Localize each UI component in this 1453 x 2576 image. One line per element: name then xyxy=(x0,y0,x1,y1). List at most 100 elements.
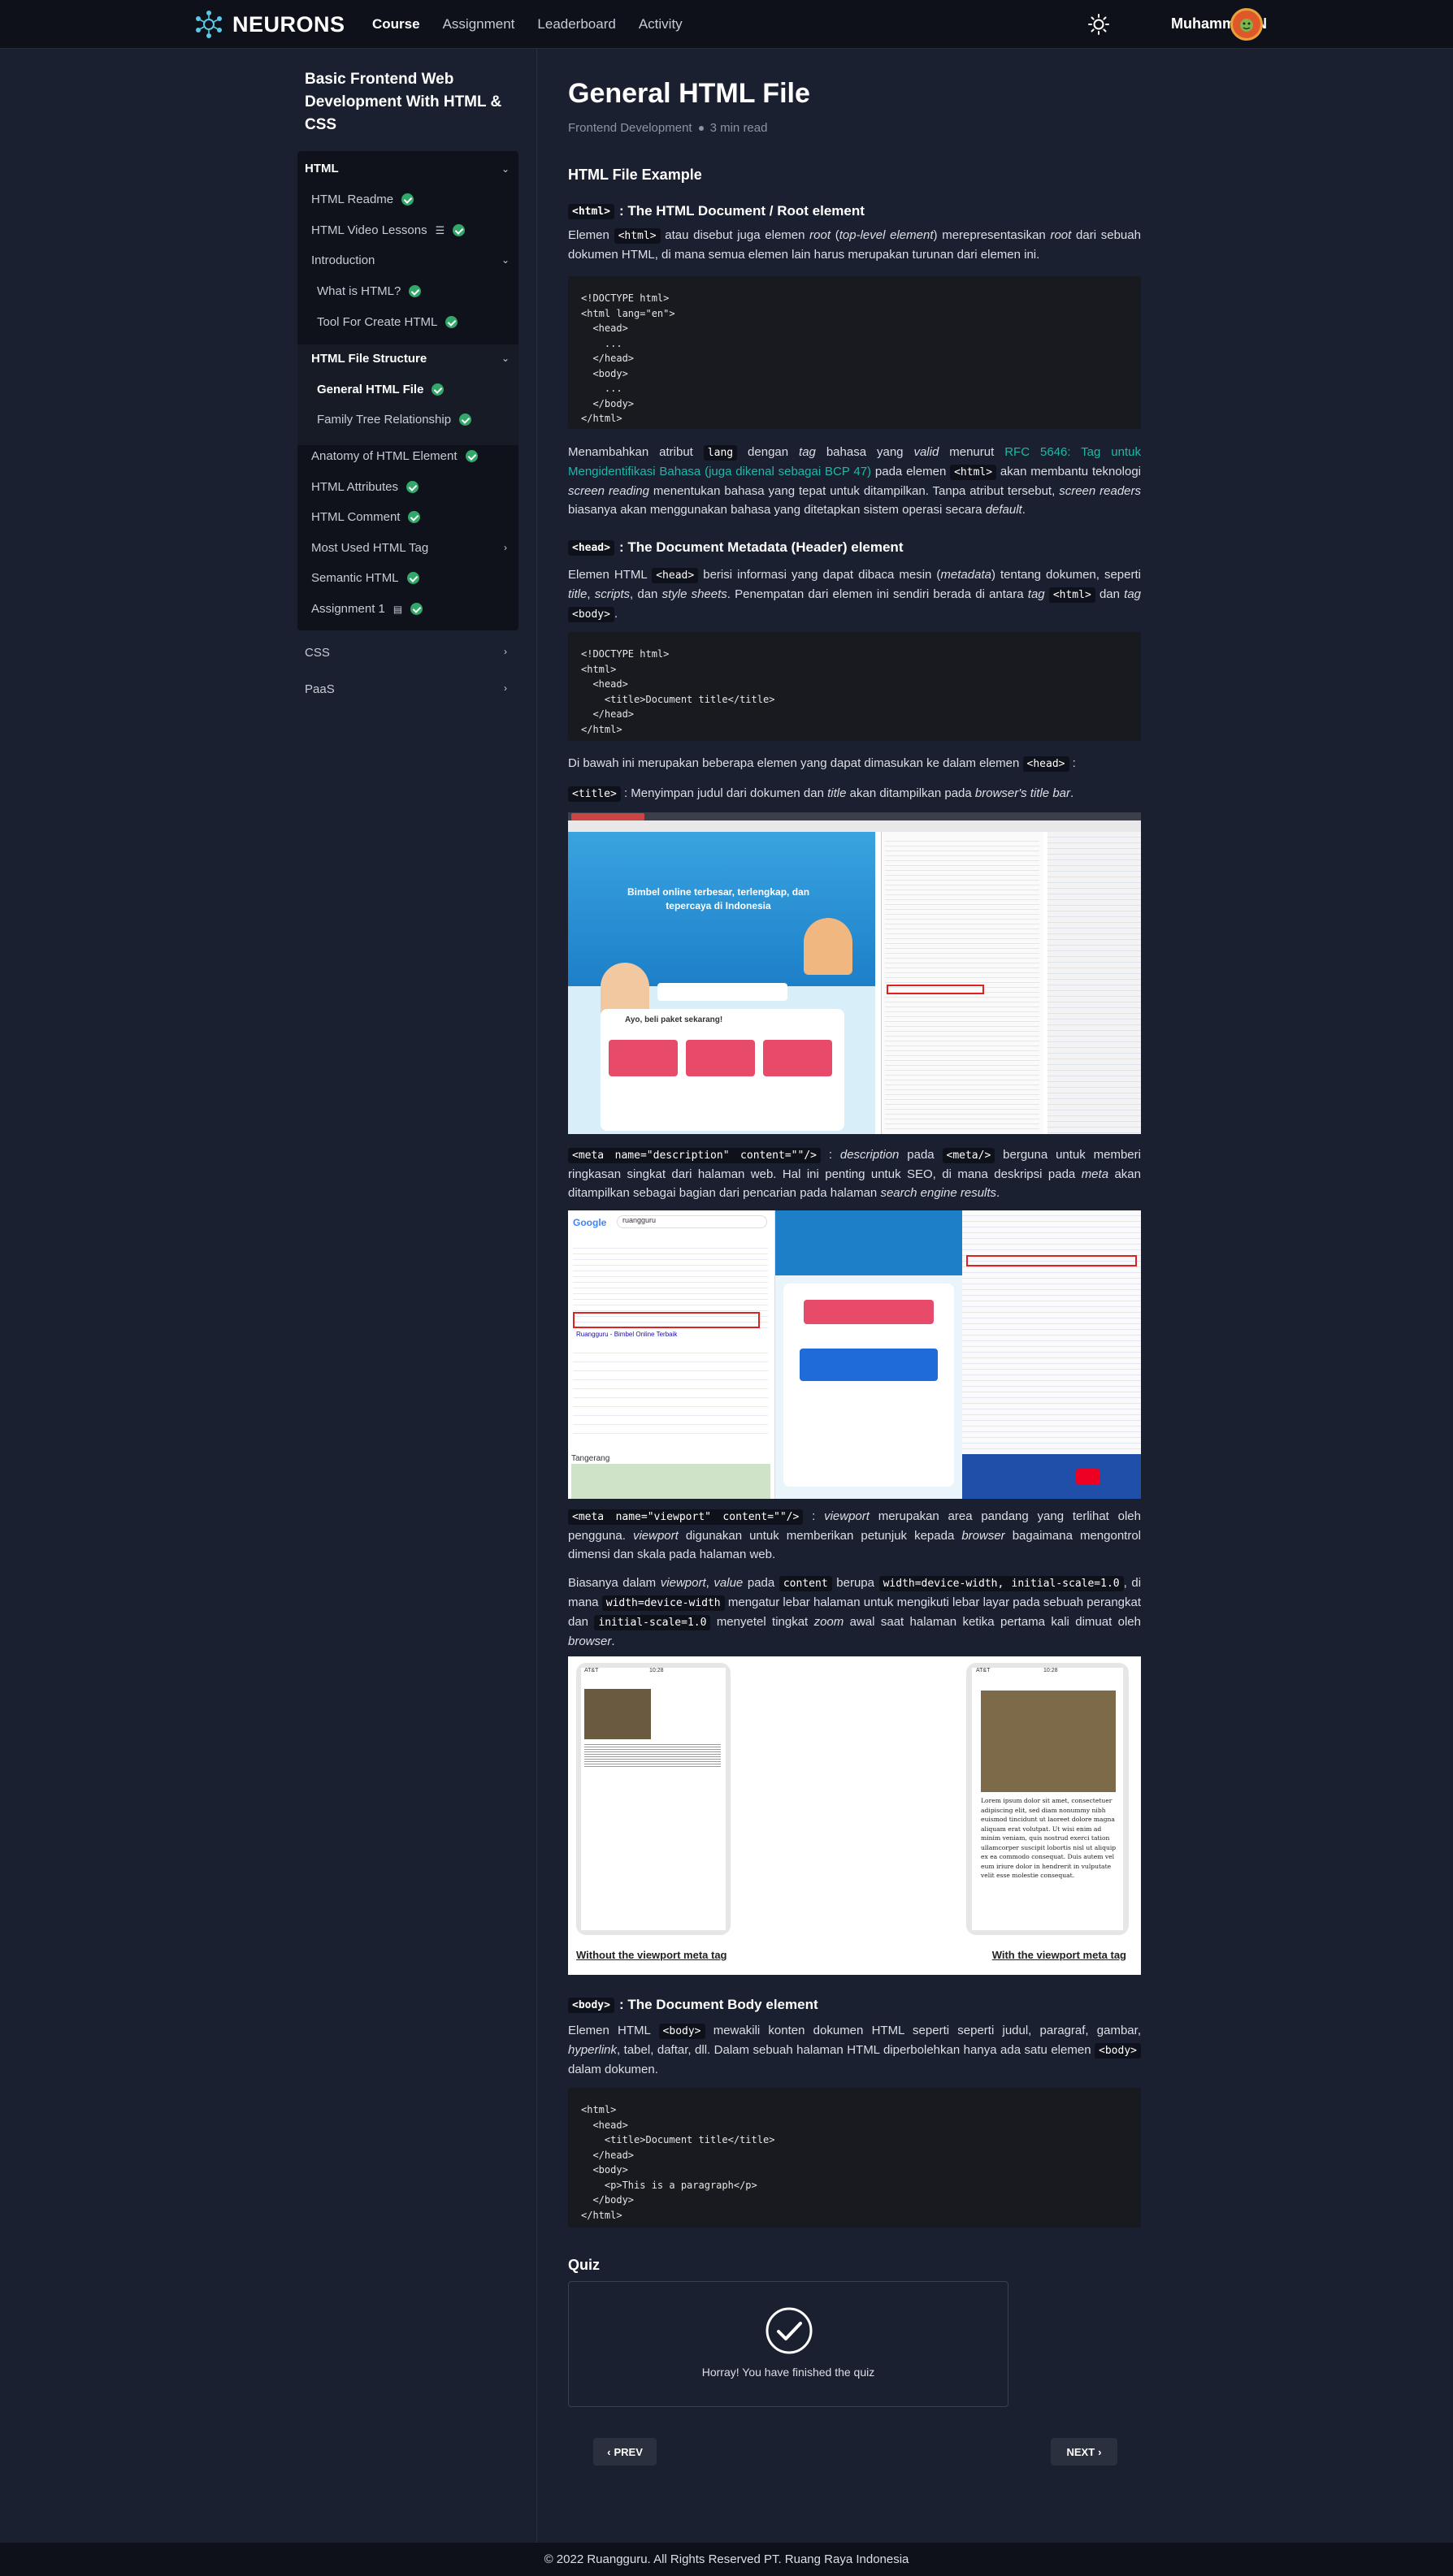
chevron-down-icon[interactable]: ⌄ xyxy=(501,353,510,364)
page-footer: © 2022 Ruangguru. All Rights Reserved PT… xyxy=(0,2543,1453,2576)
sidebar-item-label: HTML File Structure xyxy=(311,352,427,366)
paragraph-body-element: Elemen HTML <body> mewakili konten dokum… xyxy=(568,2024,1141,2076)
check-complete-icon xyxy=(445,316,458,328)
status-time-right: 10:28 xyxy=(1043,1668,1058,1673)
nav-leaderboard[interactable]: Leaderboard xyxy=(537,16,615,32)
check-complete-icon xyxy=(432,383,445,396)
sidebar-section-html[interactable]: HTML xyxy=(305,162,339,175)
check-complete-icon xyxy=(410,603,423,615)
paragraph-meta-viewport: <meta name="viewport" content=""/> : vie… xyxy=(568,1509,1142,1561)
theme-toggle-sun-icon[interactable] xyxy=(1087,13,1110,36)
title-bar-screenshot: Bimbel online terbesar, terlengkap, dan … xyxy=(568,812,1141,1134)
page-title: General HTML File xyxy=(568,78,810,109)
heading-text: : The HTML Document / Root element xyxy=(618,203,865,219)
nav-course[interactable]: Course xyxy=(372,16,420,32)
chevron-right-icon[interactable]: › xyxy=(504,682,507,694)
course-title: Basic Frontend Web Development With HTML… xyxy=(305,71,502,133)
chevron-left-icon: ‹ xyxy=(607,2445,611,2458)
sidebar-item-label: Most Used HTML Tag xyxy=(311,541,429,555)
check-complete-icon xyxy=(409,285,422,297)
check-complete-icon xyxy=(401,193,414,206)
section-heading-html: <html>: The HTML Document / Root element xyxy=(568,203,865,219)
status-time-left: 10:28 xyxy=(649,1668,664,1673)
chevron-down-icon[interactable]: ⌄ xyxy=(501,163,510,175)
heading-code: <html> xyxy=(568,203,614,219)
screenshot-google-label: Google xyxy=(573,1217,607,1228)
heading-code: <body> xyxy=(568,1997,614,2013)
sidebar-section-label: CSS xyxy=(305,646,330,660)
paragraph-html-element: Elemen <html> atau disebut juga elemen r… xyxy=(568,228,1141,262)
sidebar-section-label: HTML xyxy=(305,162,339,175)
sidebar-item-tool[interactable]: Tool For Create HTML xyxy=(317,315,458,329)
sidebar-item-label: HTML Comment xyxy=(311,510,401,524)
next-button[interactable]: NEXT › xyxy=(1051,2438,1117,2466)
brand-name: NEURONS xyxy=(232,11,345,37)
screenshot-cta: Ayo, beli paket sekarang! xyxy=(625,1015,723,1024)
prev-button[interactable]: ‹ PREV xyxy=(593,2438,657,2466)
article-read-time: 3 min read xyxy=(709,121,768,135)
caption-without-viewport: Without the viewport meta tag xyxy=(576,1949,727,1961)
screenshot-map-label: Tangerang xyxy=(571,1454,610,1463)
document-icon: ▤ xyxy=(393,603,403,615)
heading-text: : The Document Body element xyxy=(618,1997,818,2012)
chevron-right-icon[interactable]: › xyxy=(504,542,507,553)
sidebar-item-label: HTML Attributes xyxy=(311,480,398,494)
sidebar-item-label: Anatomy of HTML Element xyxy=(311,449,458,463)
sidebar-item-most-used[interactable]: Most Used HTML Tag xyxy=(311,541,428,555)
check-complete-icon xyxy=(406,572,419,584)
sidebar-item-semantic[interactable]: Semantic HTML xyxy=(311,571,419,585)
sidebar-item-introduction[interactable]: Introduction xyxy=(311,253,375,267)
status-carrier-left: AT&T xyxy=(584,1668,599,1673)
next-label: NEXT xyxy=(1066,2445,1095,2458)
main-nav: Course Assignment Leaderboard Activity xyxy=(372,0,683,49)
quiz-card: Horray! You have finished the quiz xyxy=(568,2281,1008,2407)
nav-activity[interactable]: Activity xyxy=(639,16,683,32)
top-navbar: NEURONS Course Assignment Leaderboard Ac… xyxy=(0,0,1453,49)
sidebar-item-label: What is HTML? xyxy=(317,284,401,298)
brand-logo[interactable]: NEURONS xyxy=(193,8,345,41)
article-category[interactable]: Frontend Development xyxy=(568,121,692,135)
chevron-down-icon[interactable]: ⌄ xyxy=(501,254,510,266)
article-meta: Frontend Development 3 min read xyxy=(568,121,767,135)
paragraph-viewport-value: Biasanya dalam viewport, value pada cont… xyxy=(568,1576,1142,1648)
check-complete-icon xyxy=(453,224,466,236)
check-complete-icon xyxy=(406,481,419,493)
sidebar-item-comment[interactable]: HTML Comment xyxy=(311,510,421,524)
code-block-head-example[interactable]: <!DOCTYPE html> <html> <head> <title>Doc… xyxy=(568,632,1141,741)
chevron-right-icon[interactable]: › xyxy=(504,646,507,657)
check-complete-icon xyxy=(465,450,478,462)
caption-with-viewport: With the viewport meta tag xyxy=(991,1949,1126,1961)
nav-assignment[interactable]: Assignment xyxy=(443,16,515,32)
code-block-html-example[interactable]: <!DOCTYPE html> <html lang="en"> <head> … xyxy=(568,276,1141,429)
screenshot-headline: Bimbel online terbesar, terlengkap, dan … xyxy=(627,886,810,911)
sidebar-item-assignment1[interactable]: Assignment 1 ▤ xyxy=(311,602,423,616)
sidebar-item-label: Assignment 1 xyxy=(311,602,385,616)
sidebar-item-family-tree[interactable]: Family Tree Relationship xyxy=(317,413,472,426)
check-complete-icon xyxy=(408,511,421,523)
sidebar-item-what-is-html[interactable]: What is HTML? xyxy=(317,284,422,298)
section-heading-example: HTML File Example xyxy=(568,167,702,183)
avatar-face-icon xyxy=(1240,19,1253,32)
sidebar-item-anatomy[interactable]: Anatomy of HTML Element xyxy=(311,449,478,463)
sidebar-item-file-structure[interactable]: HTML File Structure xyxy=(311,352,427,366)
screenshot-result-title: Ruangguru - Bimbel Online Terbaik xyxy=(576,1331,678,1338)
sidebar-item-html-readme[interactable]: HTML Readme xyxy=(311,193,414,206)
quiz-complete-check-icon xyxy=(766,2307,813,2354)
heading-text: : The Document Metadata (Header) element xyxy=(618,539,904,555)
viewport-lorem-text: Lorem ipsum dolor sit amet, consectetuer… xyxy=(981,1797,1117,1879)
user-avatar[interactable] xyxy=(1230,8,1263,41)
sidebar-section-label: PaaS xyxy=(305,682,335,696)
sidebar-section-paas[interactable]: PaaS xyxy=(305,682,335,696)
sidebar-item-general-html-file[interactable]: General HTML File xyxy=(317,383,445,396)
neuron-logo-icon xyxy=(196,11,222,38)
sidebar-section-css[interactable]: CSS xyxy=(305,646,330,660)
sidebar-item-html-video[interactable]: HTML Video Lessons ☰ xyxy=(311,223,466,237)
paragraph-head-list-intro: Di bawah ini merupakan beberapa elemen y… xyxy=(568,756,1076,772)
prev-label: PREV xyxy=(614,2445,643,2458)
code-block-body-example[interactable]: <html> <head> <title>Document title</tit… xyxy=(568,2088,1141,2227)
paragraph-head-element: Elemen HTML <head> berisi informasi yang… xyxy=(568,568,1142,622)
sidebar-item-attributes[interactable]: HTML Attributes xyxy=(311,480,419,494)
sidebar-item-label: Family Tree Relationship xyxy=(317,413,452,426)
paragraph-title-tag: <title> : Menyimpan judul dari dokumen d… xyxy=(568,784,1141,803)
heading-code: <head> xyxy=(568,539,614,556)
